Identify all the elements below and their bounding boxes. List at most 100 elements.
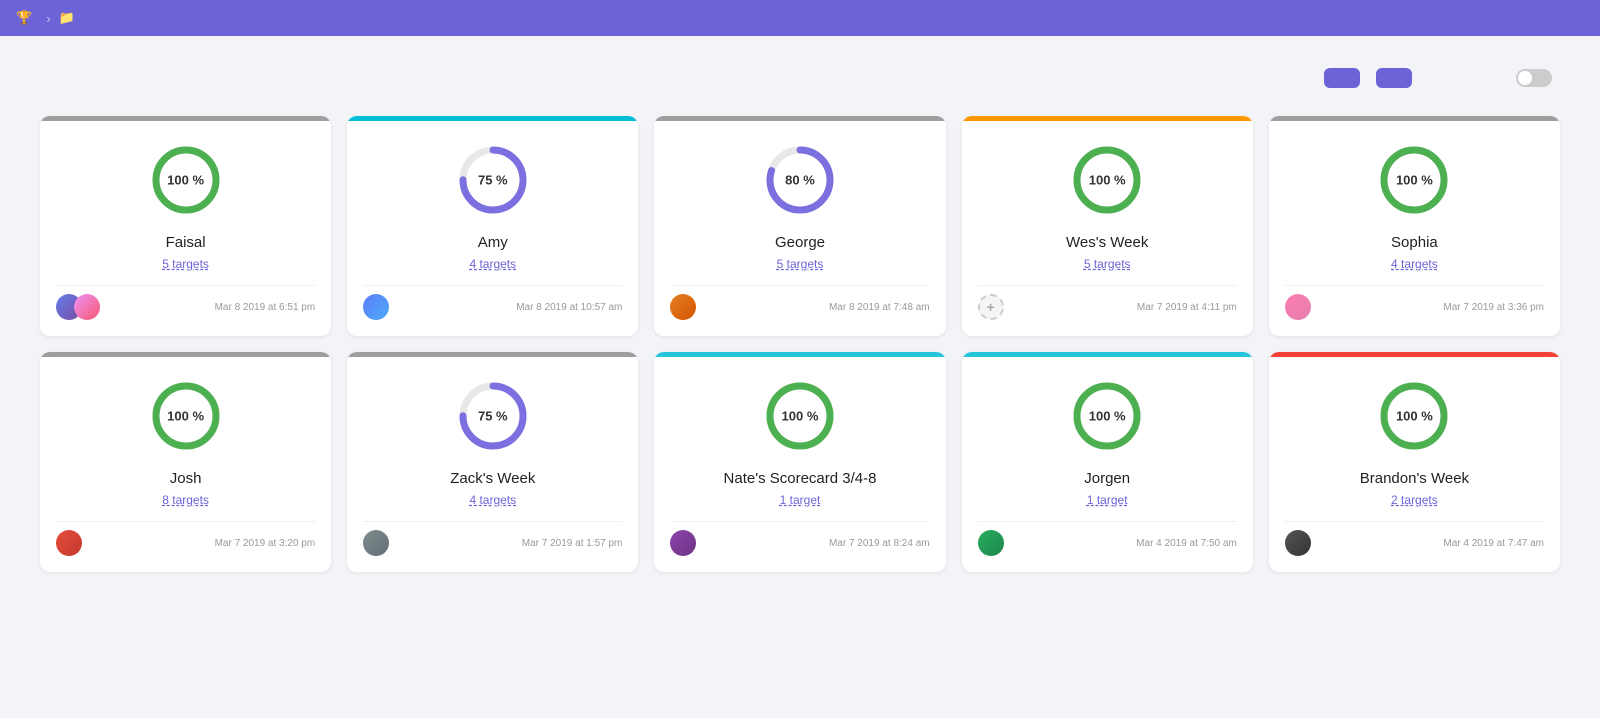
avatar-group [670, 294, 696, 320]
card-date: Mar 7 2019 at 1:57 pm [522, 538, 623, 549]
card-date: Mar 7 2019 at 8:24 am [829, 538, 930, 549]
avatar [978, 530, 1004, 556]
scorecard-card[interactable]: 100 % Sophia 4 targets Mar 7 2019 at 3:3… [1269, 116, 1560, 336]
progress-text: 100 % [1089, 409, 1126, 424]
sort-options [1436, 76, 1500, 80]
card-top-bar [962, 352, 1253, 357]
card-date: Mar 7 2019 at 3:20 pm [215, 538, 316, 549]
progress-circle: 100 % [146, 376, 226, 456]
avatar [670, 294, 696, 320]
avatar-group [1285, 294, 1311, 320]
progress-circle: 100 % [1067, 376, 1147, 456]
card-targets[interactable]: 4 targets [469, 493, 516, 507]
card-footer: + Mar 7 2019 at 4:11 pm [978, 285, 1237, 320]
avatar-group [363, 530, 389, 556]
card-targets[interactable]: 5 targets [162, 257, 209, 271]
card-title: Wes's Week [1066, 234, 1148, 251]
card-footer: Mar 4 2019 at 7:50 am [978, 521, 1237, 556]
scorecard-card[interactable]: 100 % Josh 8 targets Mar 7 2019 at 3:20 … [40, 352, 331, 572]
card-title: Brandon's Week [1360, 470, 1469, 487]
show-archived-toggle-wrap [1516, 69, 1560, 87]
card-top-bar [40, 116, 331, 121]
progress-circle: 100 % [146, 140, 226, 220]
card-targets[interactable]: 1 target [780, 493, 821, 507]
current-folder-nav[interactable]: 📁 [59, 10, 81, 26]
trophy-icon: 🏆 [16, 10, 32, 26]
header-row [40, 68, 1560, 88]
card-targets[interactable]: 2 targets [1391, 493, 1438, 507]
progress-text: 100 % [782, 409, 819, 424]
scorecard-card[interactable]: 80 % George 5 targets Mar 8 2019 at 7:48… [654, 116, 945, 336]
card-date: Mar 7 2019 at 4:11 pm [1137, 302, 1237, 313]
progress-circle: 75 % [453, 376, 533, 456]
card-targets[interactable]: 4 targets [469, 257, 516, 271]
card-footer: Mar 8 2019 at 6:51 pm [56, 285, 315, 320]
card-top-bar [40, 352, 331, 357]
main-content: 100 % Faisal 5 targets Mar 8 2019 at 6:5… [0, 36, 1600, 596]
progress-text: 75 % [478, 409, 508, 424]
progress-circle: 100 % [1374, 140, 1454, 220]
card-title: Amy [478, 234, 508, 251]
scorecard-card[interactable]: 75 % Zack's Week 4 targets Mar 7 2019 at… [347, 352, 638, 572]
breadcrumb-sep: › [46, 11, 50, 26]
folder-icon: 📁 [59, 10, 75, 26]
card-top-bar [962, 116, 1253, 121]
card-footer: Mar 8 2019 at 10:57 am [363, 285, 622, 320]
scorecard-card[interactable]: 100 % Jorgen 1 target Mar 4 2019 at 7:50… [962, 352, 1253, 572]
card-title: Faisal [166, 234, 206, 251]
scorecard-card[interactable]: 100 % Nate's Scorecard 3/4-8 1 target Ma… [654, 352, 945, 572]
avatar [363, 294, 389, 320]
scorecard-card[interactable]: 100 % Brandon's Week 2 targets Mar 4 201… [1269, 352, 1560, 572]
card-targets[interactable]: 5 targets [1084, 257, 1131, 271]
cards-grid: 100 % Faisal 5 targets Mar 8 2019 at 6:5… [40, 116, 1560, 572]
progress-text: 75 % [478, 173, 508, 188]
avatar-group: + [978, 294, 1004, 320]
card-footer: Mar 8 2019 at 7:48 am [670, 285, 929, 320]
card-top-bar [654, 116, 945, 121]
card-targets[interactable]: 5 targets [777, 257, 824, 271]
avatar-group [1285, 530, 1311, 556]
card-date: Mar 8 2019 at 6:51 pm [215, 302, 316, 313]
card-date: Mar 8 2019 at 10:57 am [516, 302, 622, 313]
avatar [670, 530, 696, 556]
card-footer: Mar 7 2019 at 8:24 am [670, 521, 929, 556]
card-top-bar [654, 352, 945, 357]
sharing-permissions-button[interactable] [1324, 68, 1360, 88]
topbar: 🏆 › 📁 [0, 0, 1600, 36]
scorecard-card[interactable]: 100 % Wes's Week 5 targets + Mar 7 2019 … [962, 116, 1253, 336]
progress-text: 100 % [1396, 409, 1433, 424]
card-targets[interactable]: 8 targets [162, 493, 209, 507]
card-date: Mar 7 2019 at 3:36 pm [1443, 302, 1544, 313]
progress-text: 100 % [167, 409, 204, 424]
show-archived-toggle[interactable] [1516, 69, 1552, 87]
progress-circle: 100 % [1374, 376, 1454, 456]
progress-circle: 75 % [453, 140, 533, 220]
avatar: + [978, 294, 1004, 320]
card-title: George [775, 234, 825, 251]
new-goal-button[interactable] [1376, 68, 1412, 88]
card-date: Mar 8 2019 at 7:48 am [829, 302, 930, 313]
avatar-group [363, 294, 389, 320]
card-top-bar [347, 116, 638, 121]
card-top-bar [347, 352, 638, 357]
avatar [56, 530, 82, 556]
card-targets[interactable]: 4 targets [1391, 257, 1438, 271]
card-footer: Mar 7 2019 at 3:20 pm [56, 521, 315, 556]
scorecard-card[interactable]: 75 % Amy 4 targets Mar 8 2019 at 10:57 a… [347, 116, 638, 336]
progress-text: 100 % [1396, 173, 1433, 188]
card-title: Jorgen [1084, 470, 1130, 487]
progress-circle: 80 % [760, 140, 840, 220]
card-targets[interactable]: 1 target [1087, 493, 1128, 507]
avatar-group [56, 530, 82, 556]
avatar [74, 294, 100, 320]
avatar [1285, 530, 1311, 556]
avatar-group [670, 530, 696, 556]
card-top-bar [1269, 352, 1560, 357]
progress-text: 80 % [785, 173, 815, 188]
progress-text: 100 % [167, 173, 204, 188]
all-goals-nav[interactable]: 🏆 [16, 10, 38, 26]
card-top-bar [1269, 116, 1560, 121]
progress-circle: 100 % [760, 376, 840, 456]
card-title: Sophia [1391, 234, 1438, 251]
scorecard-card[interactable]: 100 % Faisal 5 targets Mar 8 2019 at 6:5… [40, 116, 331, 336]
